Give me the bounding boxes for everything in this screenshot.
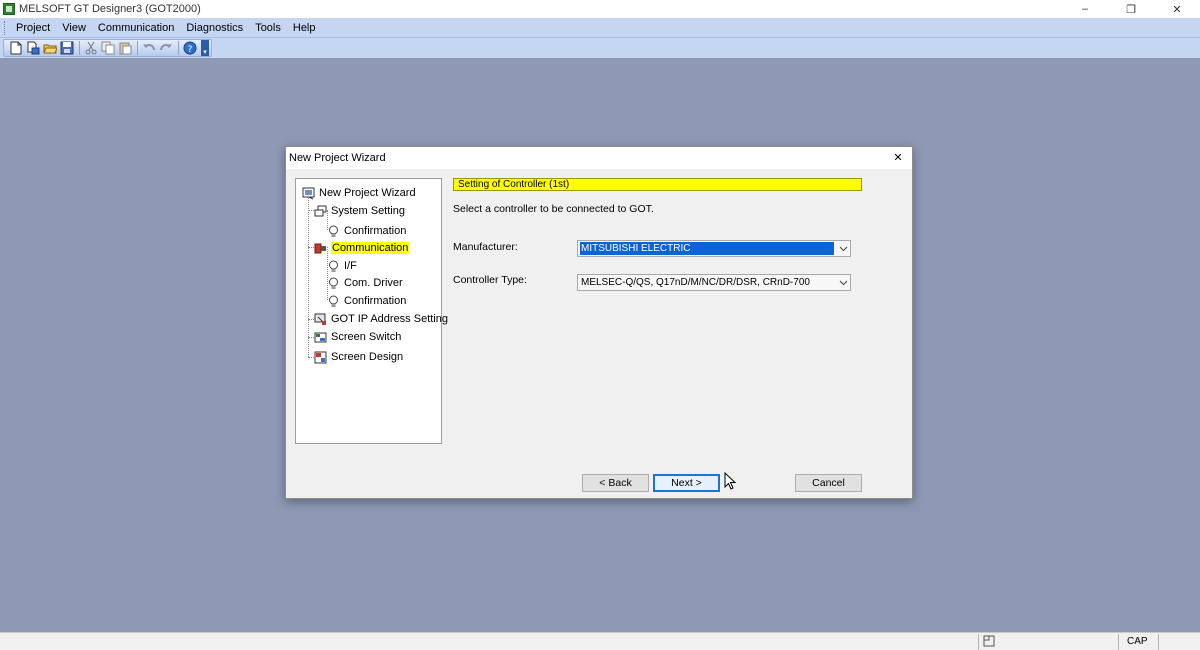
redo-icon[interactable] <box>158 40 174 56</box>
undo-icon[interactable] <box>141 40 157 56</box>
dialog-title: New Project Wizard <box>289 152 386 164</box>
menu-communication[interactable]: Communication <box>92 18 180 38</box>
tree-item-label: Screen Switch <box>331 331 402 343</box>
toolbar-overflow-icon[interactable]: ▾ <box>201 40 209 56</box>
status-bar-empty-cell <box>1158 634 1200 650</box>
tree-item-screen-switch[interactable]: Screen Switch <box>314 329 401 345</box>
menu-view[interactable]: View <box>56 18 92 38</box>
tree-item-communication[interactable]: Communication <box>314 240 410 256</box>
menu-bar: Project View Communication Diagnostics T… <box>0 18 1200 38</box>
app-icon <box>3 3 15 15</box>
new-icon[interactable] <box>8 40 24 56</box>
lightbulb-icon <box>327 295 340 308</box>
cut-icon[interactable] <box>83 40 99 56</box>
manufacturer-select[interactable]: MITSUBISHI ELECTRIC <box>577 240 851 257</box>
manufacturer-label: Manufacturer: <box>453 241 518 253</box>
instruction-text: Select a controller to be connected to G… <box>453 203 654 215</box>
new-project-wizard-dialog: New Project Wizard ✕ New Project Wizard … <box>285 146 913 499</box>
tree-item-confirmation-communication[interactable]: Confirmation <box>327 293 406 309</box>
communication-icon <box>314 242 327 255</box>
system-setting-icon <box>314 205 327 218</box>
layout-icon <box>983 635 995 647</box>
toolbar-separator <box>79 41 80 55</box>
tree-item-label: GOT IP Address Setting <box>331 313 448 325</box>
toolbar-separator <box>137 41 138 55</box>
tree-item-screen-design[interactable]: Screen Design <box>314 349 403 365</box>
standard-toolbar: ? ▾ <box>3 39 212 57</box>
help-icon[interactable]: ? <box>182 40 198 56</box>
title-bar: MELSOFT GT Designer3 (GOT2000) – ❐ ✕ <box>0 0 1200 18</box>
menu-diagnostics[interactable]: Diagnostics <box>180 18 249 38</box>
restore-button[interactable]: ❐ <box>1108 0 1154 18</box>
tree-item-label: System Setting <box>331 205 405 217</box>
window-controls: – ❐ ✕ <box>1062 0 1200 18</box>
caps-lock-indicator: CAP <box>1118 634 1158 650</box>
paste-icon[interactable] <box>117 40 133 56</box>
wizard-icon <box>302 187 315 200</box>
tree-item-confirmation-system[interactable]: Confirmation <box>327 223 406 239</box>
tree-connector <box>308 193 309 357</box>
dialog-title-bar: New Project Wizard ✕ <box>286 147 912 169</box>
open-folder-icon[interactable] <box>42 40 58 56</box>
dialog-close-button[interactable]: ✕ <box>890 149 906 165</box>
status-bar: CAP <box>0 632 1200 650</box>
toolbar: ? ▾ <box>0 38 1200 58</box>
lightbulb-icon <box>327 225 340 238</box>
lightbulb-icon <box>327 277 340 290</box>
status-bar-layout-cell <box>978 634 1118 650</box>
window-title: MELSOFT GT Designer3 (GOT2000) <box>19 3 201 15</box>
menu-project[interactable]: Project <box>10 18 56 38</box>
menu-grip[interactable] <box>4 20 7 35</box>
close-window-button[interactable]: ✕ <box>1154 0 1200 18</box>
save-icon[interactable] <box>59 40 75 56</box>
tree-item-label-selected: Communication <box>331 242 410 254</box>
controller-type-value: MELSEC-Q/QS, Q17nD/M/NC/DR/DSR, CRnD-700 <box>581 277 810 288</box>
chevron-down-icon[interactable] <box>836 241 850 256</box>
tree-item-system-setting[interactable]: System Setting <box>314 203 405 219</box>
next-button[interactable]: Next > <box>653 474 720 492</box>
controller-type-label: Controller Type: <box>453 274 527 286</box>
tree-item-got-ip-address-setting[interactable]: GOT IP Address Setting <box>314 311 448 327</box>
open-icon[interactable] <box>25 40 41 56</box>
menu-help[interactable]: Help <box>287 18 322 38</box>
screen-switch-icon <box>314 331 327 344</box>
wizard-steps-tree: New Project Wizard System Setting Confir… <box>295 178 448 444</box>
controller-type-select[interactable]: MELSEC-Q/QS, Q17nD/M/NC/DR/DSR, CRnD-700 <box>577 274 851 291</box>
minimize-button[interactable]: – <box>1062 0 1108 18</box>
tree-item-label: Confirmation <box>344 225 407 237</box>
tree-item-label: New Project Wizard <box>319 187 416 199</box>
tree-item-if[interactable]: I/F <box>327 258 357 274</box>
menu-tools[interactable]: Tools <box>249 18 287 38</box>
chevron-down-icon[interactable] <box>836 275 850 290</box>
mouse-cursor-icon <box>724 471 737 490</box>
lightbulb-icon <box>327 260 340 273</box>
copy-icon[interactable] <box>100 40 116 56</box>
close-icon: ✕ <box>893 151 903 164</box>
cancel-button[interactable]: Cancel <box>795 474 862 492</box>
manufacturer-value: MITSUBISHI ELECTRIC <box>580 242 834 255</box>
svg-text:?: ? <box>188 45 193 55</box>
toolbar-separator <box>178 41 179 55</box>
back-button[interactable]: < Back <box>582 474 649 492</box>
screen-design-icon <box>314 351 327 364</box>
tree-item-label: Com. Driver <box>344 277 403 289</box>
step-header: Setting of Controller (1st) <box>453 178 862 191</box>
tree-item-label: Confirmation <box>344 295 407 307</box>
tree-item-new-project-wizard[interactable]: New Project Wizard <box>302 185 416 201</box>
tree-item-label: Screen Design <box>331 351 404 363</box>
tree-item-com-driver[interactable]: Com. Driver <box>327 275 403 291</box>
tree-item-label: I/F <box>344 260 357 272</box>
ip-address-icon <box>314 313 327 326</box>
